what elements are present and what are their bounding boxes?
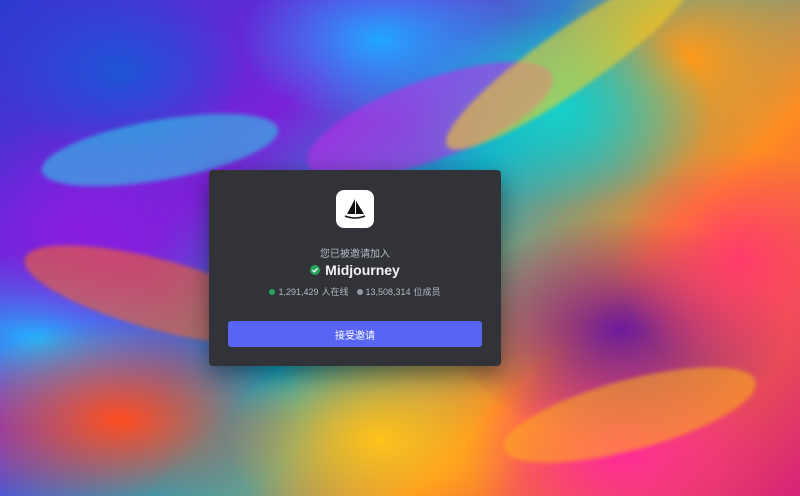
accept-invite-button[interactable]: 接受邀请 xyxy=(228,321,482,347)
online-stat: 1,291,429 人在线 xyxy=(269,285,349,298)
online-label: 人在线 xyxy=(321,287,349,297)
invite-card: 您已被邀请加入 Midjourney 1,291,429 人在线 13,508,… xyxy=(209,170,501,366)
verified-check-icon xyxy=(310,265,321,275)
invite-prompt: 您已被邀请加入 xyxy=(320,249,390,260)
sailboat-icon xyxy=(336,190,374,228)
member-stat: 13,508,314 位成员 xyxy=(356,285,441,298)
server-name: Midjourney xyxy=(325,262,400,278)
online-dot-icon xyxy=(269,288,276,295)
member-dot-icon xyxy=(356,288,363,295)
member-count: 13,508,314 xyxy=(365,286,411,297)
server-stats: 1,291,429 人在线 13,508,314 位成员 xyxy=(209,285,501,298)
online-count: 1,291,429 xyxy=(278,286,319,297)
member-label: 位成员 xyxy=(413,287,441,297)
server-name-row: Midjourney xyxy=(209,262,501,278)
